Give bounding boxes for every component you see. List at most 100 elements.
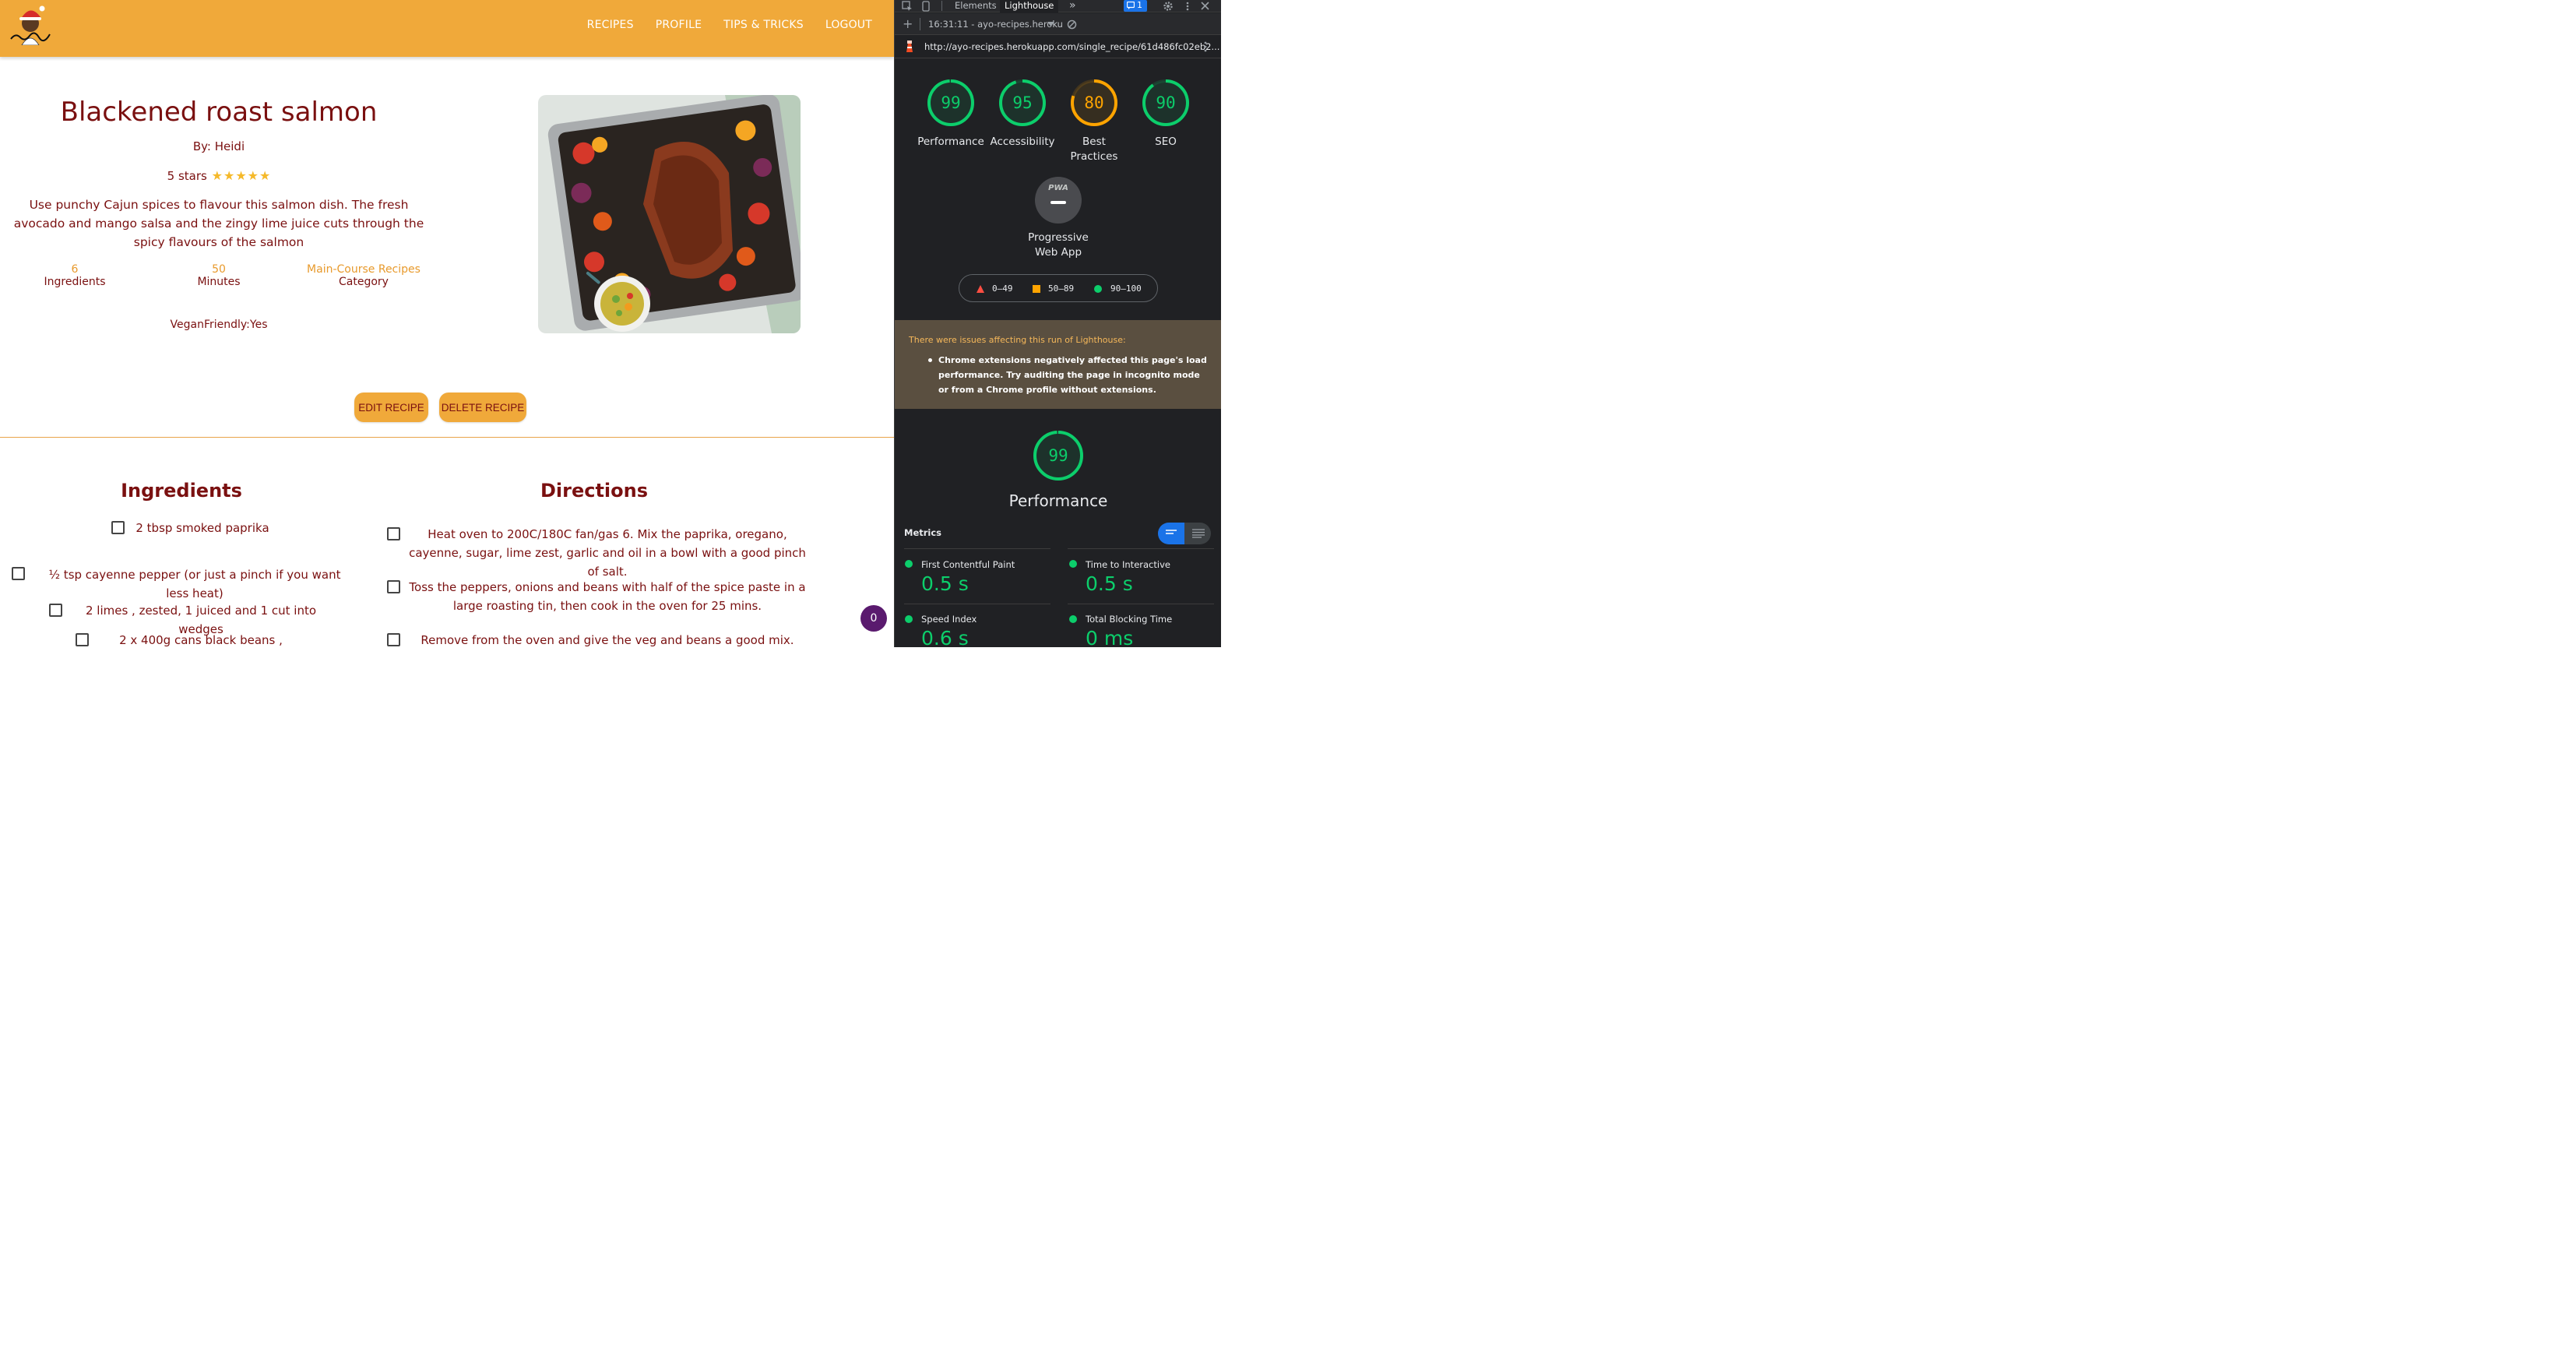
directions-title: Directions	[540, 480, 649, 502]
ingredient-item: 2 tbsp smoked paprika	[135, 521, 269, 535]
report-url[interactable]: http://ayo-recipes.herokuapp.com/single_…	[924, 41, 1219, 52]
nav-tips-and-tricks[interactable]: TIPS & TRICKS	[723, 19, 804, 31]
issues-badge[interactable]: 1	[1124, 0, 1147, 12]
metric-divider	[1068, 548, 1214, 549]
metric-label-fcp: First Contentful Paint	[921, 559, 1015, 570]
stat-category-value: Main-Course Recipes	[307, 263, 421, 276]
recipe-author: By: Heidi	[192, 139, 245, 153]
metric-label-speed-index: Speed Index	[921, 614, 977, 625]
direction-item: Remove from the oven and give the veg an…	[421, 633, 794, 647]
pwa-badge-text: PWA	[1048, 184, 1068, 192]
gear-icon[interactable]	[1163, 1, 1174, 12]
star-icon: ★	[223, 168, 235, 183]
stat-category: Main-Course Recipes Category	[286, 263, 442, 288]
stat-minutes: 50 Minutes	[149, 263, 289, 288]
issues-count: 1	[1137, 0, 1142, 10]
more-tabs-button[interactable]: »	[1069, 0, 1076, 12]
stat-ingredients-label: Ingredients	[44, 276, 106, 288]
warning-heading: There were issues affecting this run of …	[909, 335, 1126, 345]
top-navbar: RECIPES PROFILE TIPS & TRICKS LOGOUT	[0, 0, 894, 57]
metric-divider	[904, 548, 1050, 549]
metric-pass-dot	[905, 560, 913, 568]
tab-elements[interactable]: Elements	[955, 0, 997, 12]
delete-recipe-button[interactable]: DELETE RECIPE	[439, 393, 526, 422]
toggle-compact-view[interactable]	[1158, 523, 1184, 544]
metric-value-tbt: 0 ms	[1086, 627, 1134, 647]
gauge-label-seo: SEO	[1155, 136, 1177, 148]
plus-icon[interactable]: +	[903, 16, 913, 31]
legend-range-fail: 0–49	[992, 283, 1013, 294]
gauge-score: 80	[1084, 93, 1104, 112]
inspect-element-icon[interactable]	[902, 1, 913, 12]
stat-minutes-value: 50	[212, 263, 226, 276]
report-select[interactable]: 16:31:11 - ayo-recipes.heroku	[928, 19, 1063, 30]
metric-value-tti: 0.5 s	[1086, 572, 1133, 595]
score-legend: 0–49 50–89 90–100	[959, 274, 1158, 302]
tabbar-separator	[941, 1, 942, 11]
clear-icon[interactable]	[1067, 19, 1077, 30]
nav-logout[interactable]: LOGOUT	[825, 19, 872, 31]
recipe-title: Blackened roast salmon	[60, 97, 378, 128]
ingredient-checkbox[interactable]	[12, 567, 25, 580]
gauge-performance-large[interactable]: 99	[1032, 429, 1085, 482]
metric-value-speed-index: 0.6 s	[921, 627, 969, 647]
pwa-badge[interactable]: PWA	[1035, 177, 1082, 224]
pwa-dash-icon	[1050, 201, 1066, 204]
star-icon: ★	[235, 168, 247, 183]
direction-checkbox[interactable]	[387, 580, 400, 593]
gauge-best-practices[interactable]: 80	[1069, 78, 1119, 128]
chat-widget-button[interactable]: 0	[860, 605, 887, 632]
url-menu-icon[interactable]	[1202, 40, 1209, 53]
tab-lighthouse[interactable]: Lighthouse	[1000, 0, 1059, 12]
close-icon[interactable]	[1200, 1, 1210, 11]
ingredient-item: ½ tsp cayenne pepper (or just a pinch if…	[48, 568, 341, 600]
lighthouse-icon	[906, 40, 913, 52]
edit-recipe-button[interactable]: EDIT RECIPE	[354, 393, 428, 422]
pwa-label: Progressive Web App	[1028, 231, 1089, 259]
devtools-tabbar: Elements Lighthouse » 1	[895, 0, 1221, 12]
metrics-title: Metrics	[904, 527, 942, 538]
section-divider	[0, 437, 894, 438]
triangle-icon	[977, 285, 984, 293]
gauge-performance[interactable]: 99	[926, 78, 976, 128]
stat-ingredients: 6 Ingredients	[5, 263, 145, 288]
metric-pass-dot	[1069, 560, 1077, 568]
circle-icon	[1094, 285, 1102, 293]
legend-range-pass: 90–100	[1110, 283, 1142, 294]
nav-profile[interactable]: PROFILE	[656, 19, 702, 31]
vegan-friendly: VeganFriendly:Yes	[170, 319, 268, 331]
metric-pass-dot	[1069, 615, 1077, 623]
nav-recipes[interactable]: RECIPES	[587, 19, 634, 31]
bullet-icon	[928, 358, 932, 362]
direction-item: Toss the peppers, onions and beans with …	[409, 580, 806, 613]
gauge-label-accessibility: Accessibility	[990, 136, 1055, 148]
square-icon	[1033, 285, 1040, 293]
kebab-menu-icon[interactable]	[1184, 1, 1191, 12]
ingredient-checkbox[interactable]	[76, 633, 89, 646]
message-icon	[1127, 2, 1135, 9]
compact-list-icon	[1166, 530, 1177, 534]
ingredient-checkbox[interactable]	[49, 604, 62, 617]
expanded-list-icon[interactable]	[1192, 529, 1205, 538]
recipe-app: RECIPES PROFILE TIPS & TRICKS LOGOUT Bla…	[0, 0, 894, 647]
gauge-seo[interactable]: 90	[1141, 78, 1191, 128]
rating-text: 5 stars	[167, 169, 207, 183]
legend-range-average: 50–89	[1048, 283, 1075, 294]
metric-label-tbt: Total Blocking Time	[1086, 614, 1173, 625]
gauge-label-best-practices: Best Practices	[1070, 136, 1118, 163]
recipe-image	[538, 95, 801, 333]
direction-checkbox[interactable]	[387, 633, 400, 646]
metrics-view-toggle[interactable]	[1158, 523, 1211, 544]
report-url-bar: http://ayo-recipes.herokuapp.com/single_…	[895, 35, 1221, 58]
ingredient-checkbox[interactable]	[111, 521, 125, 534]
stat-ingredients-value: 6	[71, 263, 79, 276]
device-toolbar-icon[interactable]	[920, 1, 931, 12]
star-icon: ★	[211, 168, 223, 183]
stat-minutes-label: Minutes	[197, 276, 241, 288]
ayo-recipes-logo[interactable]	[8, 2, 53, 45]
gauge-accessibility[interactable]: 95	[998, 78, 1047, 128]
metric-pass-dot	[905, 615, 913, 623]
stat-category-label: Category	[339, 276, 389, 288]
chevron-down-icon[interactable]	[1047, 22, 1054, 27]
direction-checkbox[interactable]	[387, 527, 400, 540]
